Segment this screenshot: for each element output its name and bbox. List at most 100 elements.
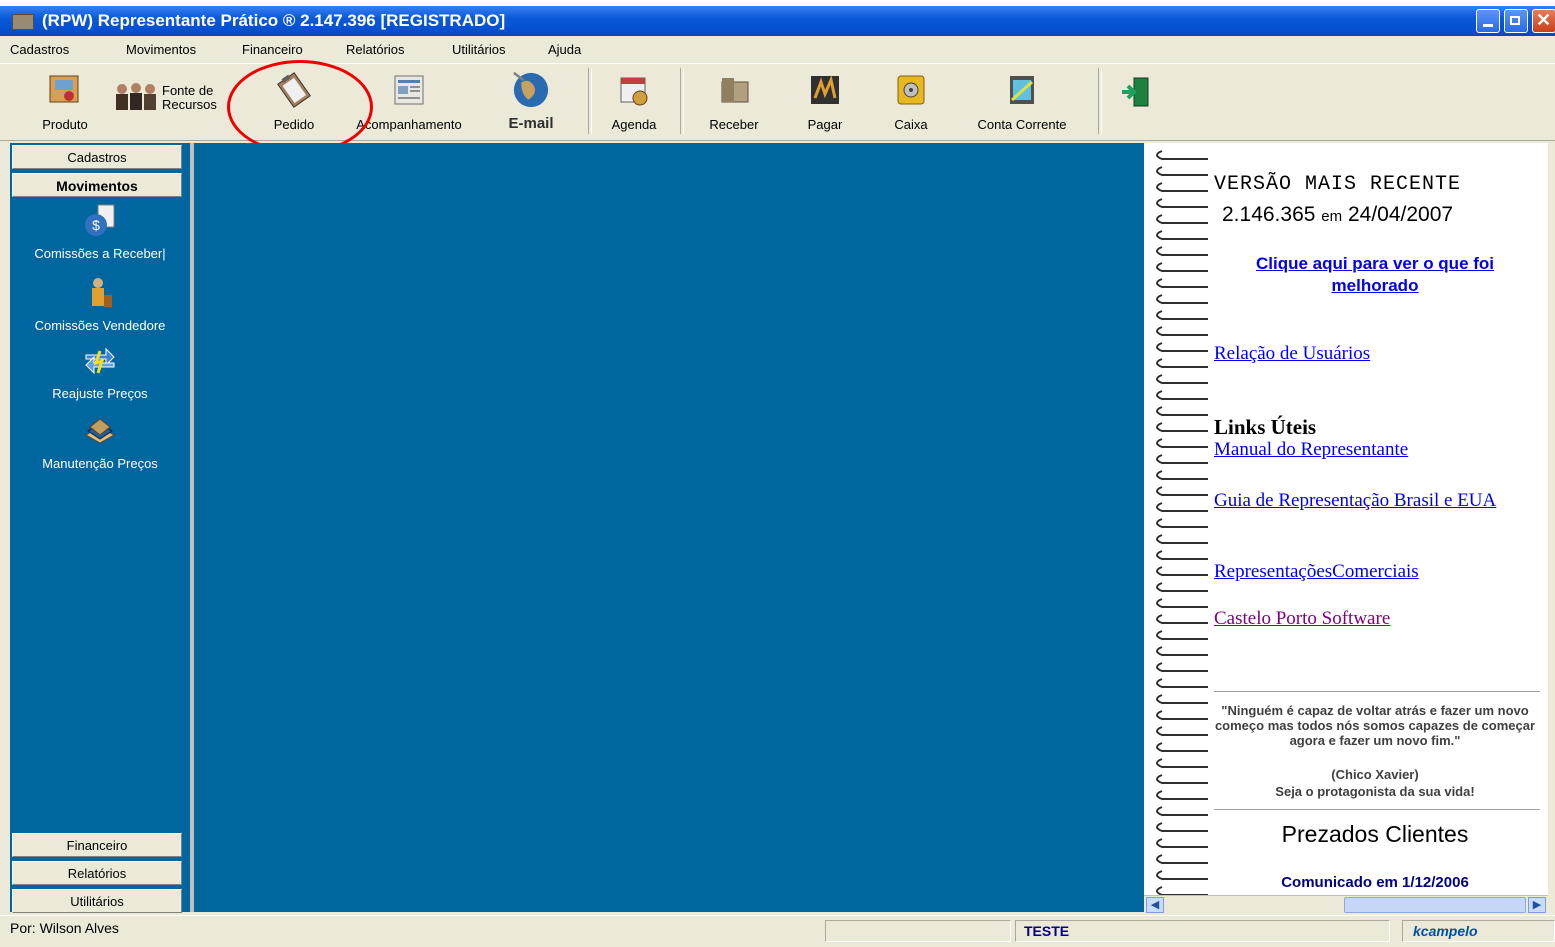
prezados-title: Prezados Clientes (1281, 821, 1469, 847)
minimize-button[interactable] (1476, 9, 1500, 33)
sidebar-financeiro-button[interactable]: Financeiro (12, 833, 182, 857)
status-teste: TESTE (1024, 923, 1070, 939)
caixa-label: Caixa (894, 117, 928, 132)
spiral-loop (1156, 726, 1208, 736)
manual-link[interactable]: Manual do Representante (1214, 439, 1536, 461)
exit-door-icon (1122, 77, 1149, 107)
sidebar-relatorios-button[interactable]: Relatórios (12, 861, 182, 885)
menu-movimentos[interactable]: Movimentos (126, 42, 196, 57)
representacoes-link[interactable]: RepresentaçõesComerciais (1214, 561, 1536, 583)
caixa-button[interactable]: Caixa (876, 64, 946, 138)
sidebar-item-comissoes-vendedores[interactable]: Comissões Vendedore (10, 275, 190, 333)
close-button[interactable]: ✕ (1532, 9, 1555, 33)
pedido-button[interactable]: Pedido (258, 64, 330, 138)
spiral-loop (1156, 214, 1208, 224)
spiral-loop (1156, 422, 1208, 432)
sidebar-item-label: Comissões Vendedore (34, 318, 166, 333)
conta-corrente-button[interactable]: Conta Corrente (960, 64, 1084, 138)
main-workspace (194, 143, 1144, 912)
sidebar-item-label: Manutenção Preços (42, 456, 158, 471)
castelo-link[interactable]: Castelo Porto Software (1214, 608, 1536, 630)
receber-icon (721, 78, 749, 103)
spiral-loop (1156, 870, 1208, 880)
title-bar[interactable]: (RPW) Representante Prático ® 2.147.396 … (0, 6, 1555, 36)
pagar-button[interactable]: Pagar (790, 64, 860, 138)
app-window: (RPW) Representante Prático ® 2.147.396 … (0, 0, 1555, 947)
email-button[interactable]: E-mail (488, 64, 574, 138)
acompanhamento-button[interactable]: Acompanhamento (340, 64, 478, 138)
agenda-button[interactable]: Agenda (596, 64, 672, 138)
menu-cadastros[interactable]: Cadastros (10, 42, 69, 57)
app-icon (12, 14, 34, 30)
spiral-loop (1156, 774, 1208, 784)
spiral-loop (1156, 678, 1208, 688)
globe-icon (513, 71, 549, 108)
sidebar-cadastros-button[interactable]: Cadastros (12, 145, 182, 169)
fonte-recursos-button[interactable]: Fonte de Recursos (108, 64, 234, 138)
spiral-loop (1156, 278, 1208, 288)
spiral-loop (1156, 646, 1208, 656)
links-uteis-title: Links Úteis (1214, 415, 1317, 439)
pedido-label: Pedido (273, 117, 315, 132)
menu-utilitarios[interactable]: Utilitários (452, 42, 505, 57)
exchange-icon (85, 347, 115, 375)
divider (1214, 691, 1540, 692)
clique-link[interactable]: Clique aqui para ver o que foi melhorado (1214, 253, 1536, 297)
protagonista-text: Seja o protagonista da sua vida! (1275, 784, 1475, 799)
spiral-loop (1156, 150, 1208, 160)
status-panel-user: kcampelo (1402, 920, 1555, 942)
status-user: kcampelo (1413, 923, 1478, 939)
spiral-loop (1156, 342, 1208, 352)
receber-button[interactable]: Receber (694, 64, 774, 138)
spiral-loop (1156, 518, 1208, 528)
window-title: (RPW) Representante Prático ® 2.147.396 … (42, 11, 506, 30)
status-bar: Por: Wilson Alves TESTE kcampelo (0, 915, 1555, 947)
spiral-loop (1156, 326, 1208, 336)
fonte-label-2: Recursos (162, 97, 217, 112)
sidebar-item-label: Reajuste Preços (52, 386, 148, 401)
safe-icon (897, 75, 925, 105)
scroll-left-icon[interactable]: ◀ (1146, 897, 1164, 913)
spiral-loop (1156, 550, 1208, 560)
produto-button[interactable]: Produto (30, 64, 100, 138)
menu-bar: Cadastros Movimentos Financeiro Relatóri… (0, 37, 1555, 63)
horizontal-scrollbar[interactable]: ◀ ▶ (1144, 895, 1548, 913)
versao-title: VERSÃO MAIS RECENTE (1214, 173, 1462, 196)
sidebar-item-manutencao-precos[interactable]: Manutenção Preços (10, 413, 190, 471)
vertical-scrollbar[interactable] (1548, 143, 1555, 895)
sidebar-item-label: Comissões a Receber| (34, 246, 166, 261)
sidebar-movimentos-button[interactable]: Movimentos (12, 173, 182, 197)
exit-button[interactable] (1108, 64, 1164, 138)
quote-text: "Ninguém é capaz de voltar atrás e fazer… (1214, 703, 1536, 748)
spiral-loop (1156, 534, 1208, 544)
spiral-binding (1156, 150, 1208, 895)
spiral-loop (1156, 838, 1208, 848)
spiral-loop (1156, 806, 1208, 816)
sidebar-item-comissoes-receber[interactable]: $ Comissões a Receber| (10, 203, 190, 261)
spiral-loop (1156, 566, 1208, 576)
money-bag-icon: $ (85, 204, 115, 236)
sidebar-item-reajuste-precos[interactable]: Reajuste Preços (10, 343, 190, 401)
scroll-thumb[interactable] (1344, 897, 1526, 913)
sidebar-utilitarios-button[interactable]: Utilitários (12, 889, 182, 913)
news-panel: VERSÃO MAIS RECENTE 2.146.365 em 24/04/2… (1144, 143, 1548, 895)
people-icon (116, 83, 156, 110)
menu-relatorios[interactable]: Relatórios (346, 42, 405, 57)
spiral-loop (1156, 246, 1208, 256)
sidebar: Cadastros Movimentos $ Comissões a Receb… (10, 143, 194, 913)
menu-financeiro[interactable]: Financeiro (242, 42, 303, 57)
maximize-button[interactable] (1504, 9, 1528, 33)
spiral-loop (1156, 710, 1208, 720)
scroll-right-icon[interactable]: ▶ (1528, 897, 1546, 913)
spiral-loop (1156, 614, 1208, 624)
fonte-recursos-label: Fonte de Recursos (162, 84, 217, 112)
status-author: Por: Wilson Alves (10, 920, 119, 936)
spiral-loop (1156, 630, 1208, 640)
versao-number: 2.146.365 (1222, 203, 1316, 226)
guia-link[interactable]: Guia de Representação Brasil e EUA (1214, 489, 1536, 513)
relacao-usuarios-link[interactable]: Relação de Usuários (1214, 343, 1536, 365)
spiral-loop (1156, 502, 1208, 512)
menu-ajuda[interactable]: Ajuda (548, 42, 581, 57)
spiral-loop (1156, 598, 1208, 608)
spiral-loop (1156, 310, 1208, 320)
